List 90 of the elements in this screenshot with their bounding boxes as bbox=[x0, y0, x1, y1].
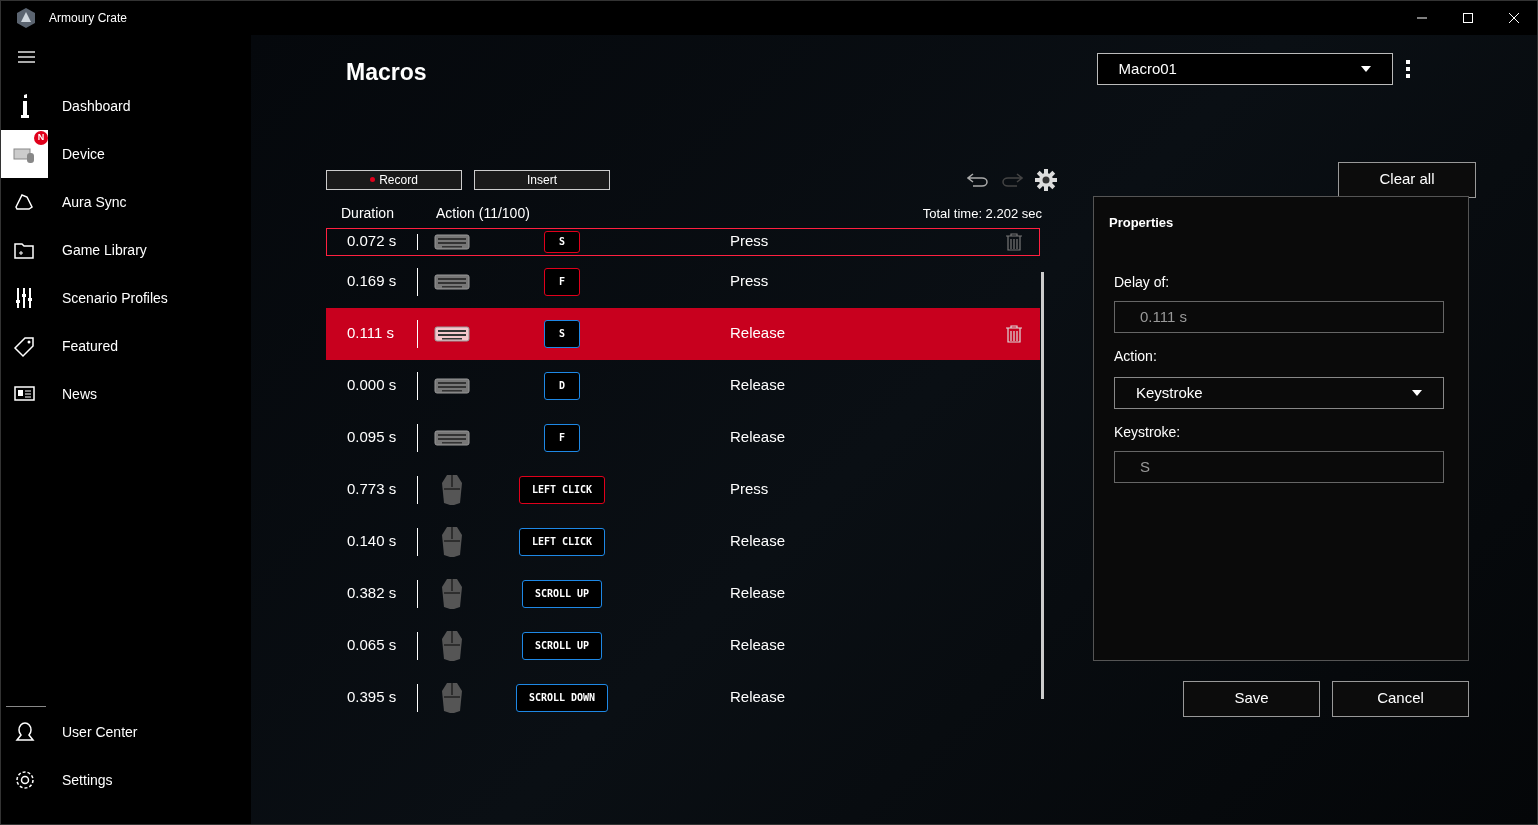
mouse-icon bbox=[441, 629, 463, 662]
macro-row[interactable]: 0.382 s SCROLL UP Release bbox=[326, 567, 1040, 620]
field-label: Action: bbox=[1114, 347, 1158, 366]
nav-item[interactable]: User Center bbox=[1, 708, 251, 756]
macro-row[interactable]: 0.395 s SCROLL DOWN Release bbox=[326, 671, 1040, 724]
nav-item[interactable]: Aura Sync bbox=[1, 178, 251, 226]
duration-text: 0.140 s bbox=[347, 531, 398, 552]
page-title: Macros bbox=[346, 58, 427, 87]
keyboard-icon bbox=[434, 273, 470, 290]
nav-item[interactable]: Scenario Profiles bbox=[1, 274, 251, 322]
record-button[interactable]: Record bbox=[326, 169, 462, 190]
action-text: Release bbox=[730, 323, 786, 344]
cancel-button[interactable]: Cancel bbox=[1332, 680, 1469, 717]
window-title: Armoury Crate bbox=[49, 10, 128, 27]
key-label: SCROLL DOWN bbox=[515, 683, 609, 712]
info-icon bbox=[20, 94, 29, 118]
mouse-icon bbox=[441, 681, 463, 714]
mouse-icon bbox=[441, 577, 463, 610]
undo-icon[interactable] bbox=[967, 172, 989, 187]
scrollbar[interactable] bbox=[1041, 271, 1044, 699]
action-text: Release bbox=[730, 687, 786, 708]
app-logo-icon bbox=[15, 7, 37, 29]
mouse-icon bbox=[441, 473, 463, 506]
save-button[interactable]: Save bbox=[1183, 680, 1320, 717]
panel-title: Properties bbox=[1109, 213, 1175, 232]
macro-row[interactable]: 0.111 s S Release bbox=[326, 307, 1040, 360]
column-header: Duration bbox=[341, 204, 394, 223]
caret-icon bbox=[1360, 66, 1371, 72]
tag-icon bbox=[12, 334, 37, 358]
column-header: Action (11/100) bbox=[435, 204, 530, 223]
more-icon[interactable] bbox=[1405, 60, 1410, 78]
nav-item[interactable]: News bbox=[1, 370, 251, 418]
nav-item[interactable]: Featured bbox=[1, 322, 251, 370]
maximize-icon[interactable] bbox=[1463, 13, 1473, 23]
key-label: D bbox=[544, 371, 580, 400]
action-dropdown[interactable]: Keystroke bbox=[1114, 377, 1444, 409]
keyboard-icon bbox=[434, 377, 470, 394]
clear-all-button[interactable]: Clear all bbox=[1338, 161, 1476, 198]
keyboard-icon bbox=[434, 325, 470, 342]
close-icon[interactable] bbox=[1509, 13, 1519, 23]
key-label: LEFT CLICK bbox=[518, 527, 606, 556]
duration-text: 0.000 s bbox=[347, 375, 398, 396]
field-label: Delay of: bbox=[1114, 273, 1171, 292]
key-label: LEFT CLICK bbox=[518, 475, 606, 504]
duration-text: 0.382 s bbox=[347, 583, 398, 604]
action-text: Press bbox=[730, 479, 769, 500]
key-label: SCROLL UP bbox=[521, 579, 603, 608]
macro-row[interactable]: 0.140 s LEFT CLICK Release bbox=[326, 515, 1040, 568]
action-text: Release bbox=[730, 531, 786, 552]
key-label: F bbox=[544, 423, 580, 452]
macro-row[interactable]: 0.773 s LEFT CLICK Press bbox=[326, 463, 1040, 516]
duration-text: 0.395 s bbox=[347, 687, 398, 708]
macro-row[interactable]: 0.000 s D Release bbox=[326, 359, 1040, 412]
field-label: Keystroke: bbox=[1114, 423, 1182, 442]
key-label: SCROLL UP bbox=[521, 631, 603, 660]
duration-text: 0.065 s bbox=[347, 635, 398, 656]
action-text: Release bbox=[730, 583, 786, 604]
key-label: S bbox=[544, 319, 580, 348]
keyboard-icon bbox=[434, 233, 470, 250]
key-label: F bbox=[544, 267, 580, 296]
macro-row[interactable]: 0.065 s SCROLL UP Release bbox=[326, 619, 1040, 672]
macro-row[interactable]: 0.095 s F Release bbox=[326, 411, 1040, 464]
duration-text: 0.111 s bbox=[347, 323, 395, 344]
action-text: Press bbox=[730, 231, 769, 252]
macro-row[interactable]: 0.072 s S Press bbox=[326, 227, 1040, 256]
keyboard-icon bbox=[434, 429, 470, 446]
nav-item[interactable]: Device N bbox=[1, 130, 251, 178]
duration-text: 0.169 s bbox=[347, 271, 398, 292]
action-text: Press bbox=[730, 271, 769, 292]
trash-icon[interactable] bbox=[1005, 232, 1023, 251]
macro-row[interactable]: 0.169 s F Press bbox=[326, 255, 1040, 308]
insert-button[interactable]: Insert bbox=[474, 169, 610, 190]
key-label: S bbox=[544, 230, 580, 253]
settings-icon[interactable] bbox=[1035, 168, 1057, 191]
duration-text: 0.773 s bbox=[347, 479, 398, 500]
nav-item[interactable]: Dashboard bbox=[1, 82, 251, 130]
nav-item[interactable]: Game Library bbox=[1, 226, 251, 274]
nav-item[interactable]: Settings bbox=[1, 756, 251, 804]
delay-field[interactable]: 0.111 s bbox=[1114, 301, 1444, 333]
action-text: Release bbox=[730, 375, 786, 396]
macro-dropdown[interactable]: Macro01 bbox=[1096, 53, 1393, 85]
total-time: Total time: 2.202 sec bbox=[922, 204, 1042, 223]
action-text: Release bbox=[730, 427, 786, 448]
menu-icon[interactable] bbox=[18, 51, 35, 63]
mouse-icon bbox=[441, 525, 463, 558]
duration-text: 0.095 s bbox=[347, 427, 398, 448]
action-text: Release bbox=[730, 635, 786, 656]
duration-text: 0.072 s bbox=[347, 231, 398, 252]
caret-icon bbox=[1412, 390, 1422, 396]
keystroke-field[interactable]: S bbox=[1114, 451, 1444, 483]
